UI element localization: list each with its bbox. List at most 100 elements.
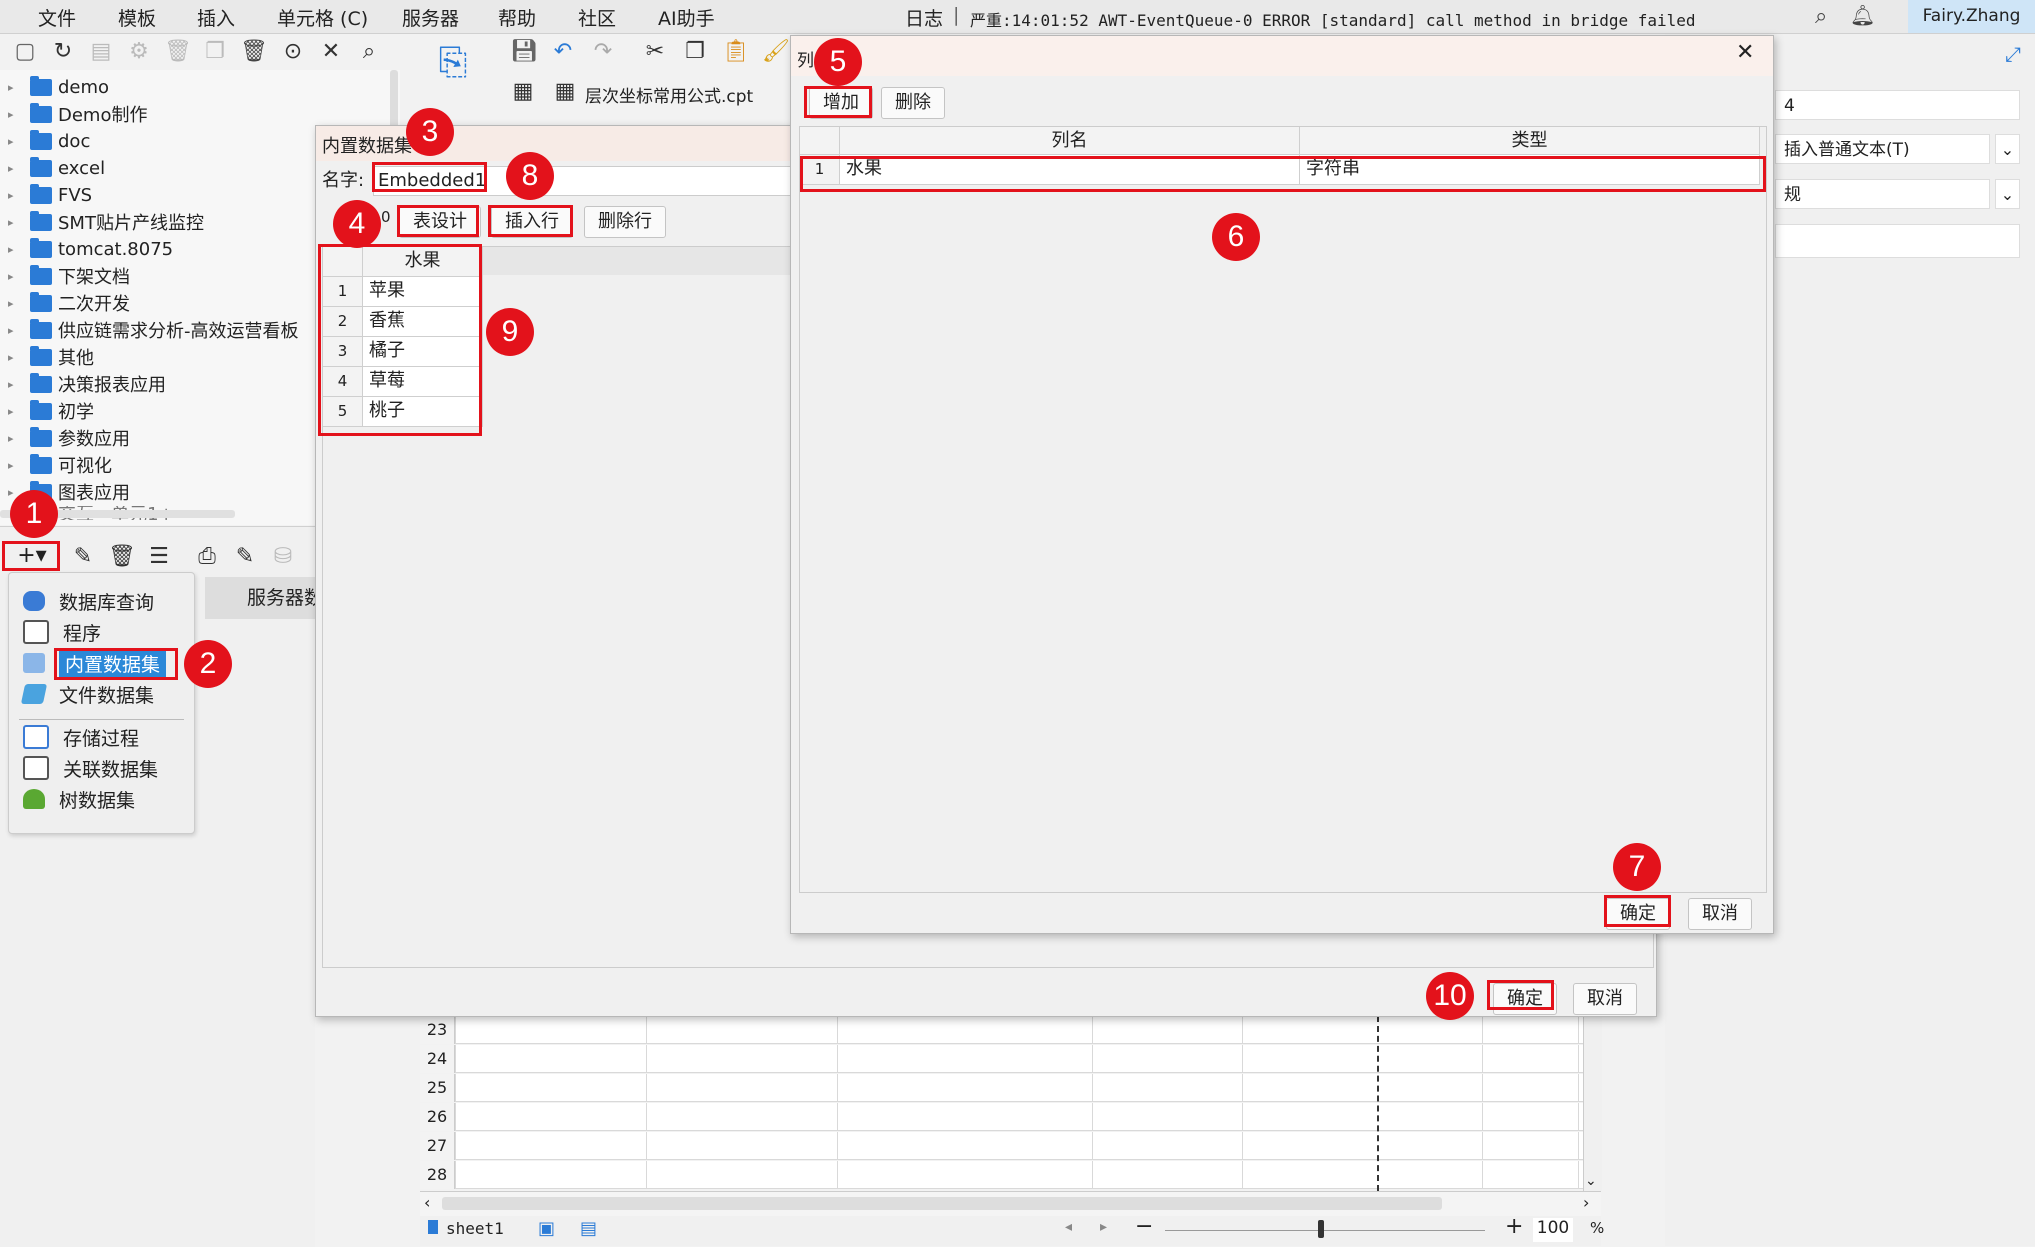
- menu-community[interactable]: 社区: [578, 4, 616, 31]
- dataset-preview-icon[interactable]: ⎘: [433, 42, 473, 102]
- tree-folder[interactable]: ▸ FVS: [8, 182, 92, 208]
- expand-arrow-icon[interactable]: ▸: [8, 432, 22, 445]
- connection-icon[interactable]: ⛁: [270, 544, 296, 570]
- undo-icon[interactable]: ↶: [550, 39, 576, 65]
- edit-parameter-icon[interactable]: ✎: [232, 544, 258, 570]
- format-select[interactable]: 规: [1775, 179, 1990, 209]
- delete-dataset-icon[interactable]: 🗑︎: [108, 544, 136, 570]
- file-tab[interactable]: 层次坐标常用公式.cpt: [585, 82, 753, 107]
- property-field-1[interactable]: 4: [1775, 90, 2020, 120]
- scroll-left-icon[interactable]: ‹: [424, 1193, 430, 1212]
- expand-arrow-icon[interactable]: ▸: [8, 135, 22, 148]
- new-folder-icon[interactable]: ▢: [12, 39, 38, 65]
- edit-icon[interactable]: ▤: [88, 39, 114, 65]
- expand-arrow-icon[interactable]: ▸: [8, 243, 22, 256]
- expand-arrow-icon[interactable]: ▸: [8, 351, 22, 364]
- menu-database-query[interactable]: 数据库查询: [23, 587, 154, 615]
- expand-arrow-icon[interactable]: ▸: [8, 324, 22, 337]
- tree-folder[interactable]: ▸ doc: [8, 128, 90, 154]
- settings-icon[interactable]: ⚙: [126, 39, 152, 65]
- sheet-tab[interactable]: sheet1: [446, 1219, 504, 1238]
- delete-icon[interactable]: 🗑︎: [164, 39, 192, 65]
- tree-folder[interactable]: ▸ 供应链需求分析-高效运营看板: [8, 317, 299, 343]
- dataset-cancel-button[interactable]: 取消: [1573, 983, 1637, 1015]
- sheet-row[interactable]: 24: [420, 1045, 1583, 1073]
- add-report-icon[interactable]: ▤: [580, 1218, 597, 1239]
- tree-folder[interactable]: ▸ 参数应用: [8, 425, 130, 451]
- trash-icon[interactable]: 🗑︎: [240, 39, 268, 65]
- sheet-row[interactable]: 28: [420, 1161, 1583, 1189]
- column-name-header[interactable]: 列名: [840, 127, 1300, 155]
- menu-insert[interactable]: 插入: [197, 4, 235, 31]
- locate-icon[interactable]: ⊙: [280, 39, 306, 65]
- zoom-slider-handle[interactable]: [1318, 1220, 1324, 1238]
- menu-cell[interactable]: 单元格 (C): [277, 4, 368, 31]
- copy-icon[interactable]: ❐: [202, 39, 228, 65]
- chevron-down-icon[interactable]: ⌄: [1995, 134, 2020, 164]
- tree-folder[interactable]: ▸ demo: [8, 74, 109, 100]
- menu-program[interactable]: 程序: [23, 618, 101, 646]
- menu-template[interactable]: 模板: [118, 4, 156, 31]
- tree-folder[interactable]: ▸ 初学: [8, 398, 94, 424]
- menu-server[interactable]: 服务器: [402, 4, 459, 31]
- column-cancel-button[interactable]: 取消: [1688, 898, 1752, 930]
- prev-sheet-icon[interactable]: ◂: [1065, 1219, 1072, 1235]
- redo-icon[interactable]: ↷: [590, 39, 616, 65]
- add-sheet-icon[interactable]: ▣: [538, 1218, 555, 1239]
- hscroll-thumb[interactable]: [442, 1197, 1442, 1210]
- tree-folder[interactable]: ▸ excel: [8, 155, 105, 181]
- search-icon[interactable]: ⌕: [1815, 4, 1827, 29]
- delete-column-button[interactable]: 删除: [881, 87, 945, 119]
- delete-row-button[interactable]: 删除行: [584, 206, 666, 238]
- tree-folder[interactable]: ▸ SMT贴片产线监控: [8, 209, 204, 235]
- chevron-down-icon[interactable]: ⌄: [1995, 179, 2020, 209]
- menu-stored-procedure[interactable]: 存储过程: [23, 723, 139, 751]
- preview-icon[interactable]: ⎙: [194, 544, 220, 570]
- sheet-row[interactable]: 26: [420, 1103, 1583, 1131]
- format-brush-icon[interactable]: 🖌︎: [762, 39, 790, 65]
- cut-icon[interactable]: ✂: [642, 39, 668, 65]
- expand-arrow-icon[interactable]: ▸: [8, 378, 22, 391]
- sheet-row[interactable]: 25: [420, 1074, 1583, 1102]
- sheet-hscroll[interactable]: ‹ ›: [420, 1191, 1601, 1216]
- scroll-down-icon[interactable]: ⌄: [1585, 1173, 1597, 1189]
- expand-arrow-icon[interactable]: ▸: [8, 297, 22, 310]
- zoom-slider-track[interactable]: [1165, 1230, 1485, 1231]
- tree-folder[interactable]: ▸ 二次开发: [8, 290, 130, 316]
- user-account[interactable]: Fairy.Zhang: [1908, 0, 2035, 33]
- menu-ai-assistant[interactable]: AI助手: [658, 4, 715, 31]
- expand-arrow-icon[interactable]: ▸: [8, 270, 22, 283]
- edit-dataset-icon[interactable]: ✎: [70, 544, 96, 570]
- grid-icon[interactable]: ▦: [510, 79, 536, 105]
- column-type-header[interactable]: 类型: [1300, 127, 1760, 155]
- menu-file-dataset[interactable]: 文件数据集: [20, 680, 154, 708]
- zoom-out-icon[interactable]: −: [1135, 1214, 1153, 1239]
- menu-relation-dataset[interactable]: 关联数据集: [23, 754, 158, 782]
- tree-folder[interactable]: ▸ 其他: [8, 344, 94, 370]
- expand-arrow-icon[interactable]: ▸: [8, 81, 22, 94]
- expand-arrow-icon[interactable]: ▸: [8, 216, 22, 229]
- log-label[interactable]: 日志: [905, 4, 943, 31]
- copy-icon[interactable]: ❐: [682, 39, 708, 65]
- tree-folder[interactable]: ▸ 可视化: [8, 452, 112, 478]
- tree-folder[interactable]: ▸ Demo制作: [8, 101, 147, 127]
- menu-help[interactable]: 帮助: [498, 4, 536, 31]
- expand-arrow-icon[interactable]: ▸: [8, 405, 22, 418]
- zoom-in-icon[interactable]: +: [1505, 1214, 1523, 1239]
- collapse-icon[interactable]: ✕: [318, 39, 344, 65]
- sheet-row[interactable]: 23: [420, 1016, 1583, 1044]
- paste-icon[interactable]: 📋︎: [722, 39, 750, 65]
- zoom-value[interactable]: 100: [1533, 1218, 1573, 1242]
- expand-arrow-icon[interactable]: ▸: [8, 108, 22, 121]
- expand-panel-icon[interactable]: ⤢: [2005, 42, 2021, 66]
- search-tree-icon[interactable]: ⌕: [356, 39, 382, 65]
- sheet-row[interactable]: 27: [420, 1132, 1583, 1160]
- property-field-2[interactable]: [1775, 224, 2020, 258]
- tree-folder[interactable]: ▸ tomcat.8075: [8, 236, 173, 262]
- tree-folder[interactable]: ▸ 下架文档: [8, 263, 130, 289]
- insert-mode-select[interactable]: 插入普通文本(T): [1775, 134, 1990, 164]
- save-icon[interactable]: 💾︎: [510, 39, 538, 65]
- bell-icon[interactable]: 🔔︎: [1850, 3, 1875, 27]
- tree-folder[interactable]: ▸ 决策报表应用: [8, 371, 166, 397]
- tree-scrollbar[interactable]: [390, 70, 398, 130]
